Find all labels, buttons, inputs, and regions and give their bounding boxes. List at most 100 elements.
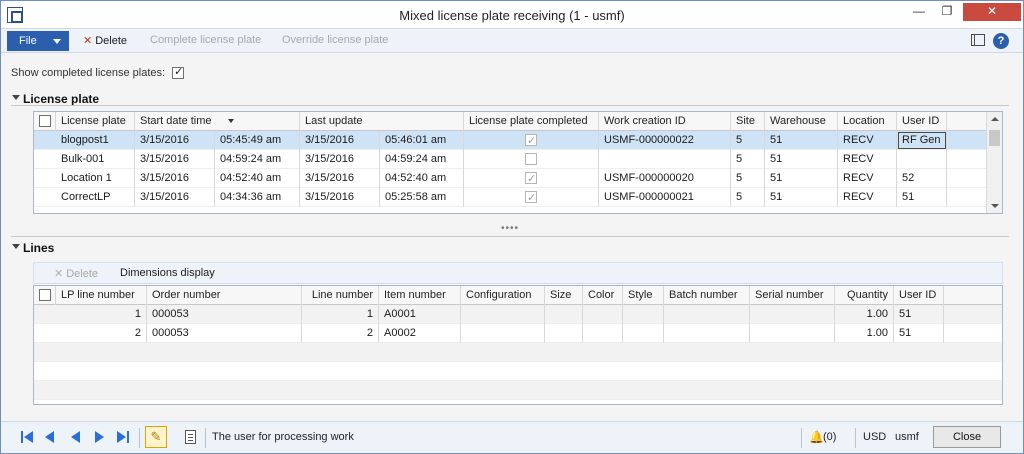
- cell-start-date[interactable]: 3/15/2016: [135, 150, 215, 169]
- cell-start-time[interactable]: 05:45:49 am: [215, 131, 300, 150]
- cell-style[interactable]: [623, 324, 664, 343]
- company-indicator[interactable]: usmf: [895, 431, 919, 443]
- cell-item[interactable]: A0002: [379, 324, 461, 343]
- cell-style[interactable]: [623, 305, 664, 324]
- override-license-plate-button[interactable]: Override license plate: [282, 34, 388, 46]
- col-item-number[interactable]: Item number: [379, 286, 461, 305]
- col-work-creation-id[interactable]: Work creation ID: [599, 112, 731, 131]
- license-plate-section-header[interactable]: License plate: [11, 92, 99, 106]
- cell-color[interactable]: [583, 305, 623, 324]
- scroll-thumb[interactable]: [989, 130, 1000, 146]
- col-line-number[interactable]: Line number: [302, 286, 379, 305]
- cell-configuration[interactable]: [461, 324, 545, 343]
- delete-button[interactable]: ✕ Delete: [83, 34, 127, 47]
- cell-configuration[interactable]: [461, 305, 545, 324]
- cell-location[interactable]: RECV: [838, 169, 897, 188]
- close-window-button[interactable]: ✕: [963, 3, 1021, 21]
- license-plate-row[interactable]: Location 1 3/15/2016 04:52:40 am 3/15/20…: [34, 169, 1002, 188]
- layout-toggle-icon[interactable]: [971, 34, 985, 46]
- cell-user-id[interactable]: RF Gen: [897, 131, 947, 150]
- dimensions-display-button[interactable]: Dimensions display: [120, 267, 215, 279]
- col-order-number[interactable]: Order number: [147, 286, 302, 305]
- cell-user-id[interactable]: 51: [894, 305, 944, 324]
- scroll-down-icon[interactable]: [991, 204, 999, 208]
- first-record-icon[interactable]: [21, 431, 35, 443]
- cell-quantity[interactable]: 1.00: [835, 305, 894, 324]
- cell-location[interactable]: RECV: [838, 188, 897, 207]
- cell-site[interactable]: 5: [731, 169, 765, 188]
- next-record-icon[interactable]: [95, 431, 109, 443]
- col-configuration[interactable]: Configuration: [461, 286, 545, 305]
- cell-update-date[interactable]: 3/15/2016: [300, 188, 380, 207]
- cell-user-id[interactable]: 51: [897, 188, 947, 207]
- cell-item[interactable]: A0001: [379, 305, 461, 324]
- cell-size[interactable]: [545, 305, 583, 324]
- cell-start-time[interactable]: 04:59:24 am: [215, 150, 300, 169]
- document-handling-icon[interactable]: [185, 430, 196, 444]
- col-quantity[interactable]: Quantity: [835, 286, 894, 305]
- cell-location[interactable]: RECV: [838, 150, 897, 169]
- cell-site[interactable]: 5: [731, 150, 765, 169]
- cell-start-date[interactable]: 3/15/2016: [135, 188, 215, 207]
- show-completed-checkbox[interactable]: [172, 65, 185, 80]
- previous-page-icon[interactable]: [71, 431, 85, 443]
- cell-start-time[interactable]: 04:34:36 am: [215, 188, 300, 207]
- cell-update-date[interactable]: 3/15/2016: [300, 150, 380, 169]
- cell-quantity[interactable]: 1.00: [835, 324, 894, 343]
- col-license-plate[interactable]: License plate: [56, 112, 135, 131]
- cell-work-id[interactable]: [599, 150, 731, 169]
- minimize-button[interactable]: —: [905, 3, 933, 21]
- col-serial-number[interactable]: Serial number: [750, 286, 835, 305]
- maximize-button[interactable]: ❐: [933, 3, 961, 21]
- file-menu-button[interactable]: File: [7, 31, 69, 51]
- cell-work-id[interactable]: USMF-000000021: [599, 188, 731, 207]
- select-all-checkbox[interactable]: [39, 115, 51, 128]
- last-record-icon[interactable]: [117, 431, 131, 443]
- license-plate-row[interactable]: CorrectLP 3/15/2016 04:34:36 am 3/15/201…: [34, 188, 1002, 207]
- cell-plate[interactable]: Location 1: [56, 169, 135, 188]
- pane-splitter[interactable]: ••••: [501, 223, 519, 234]
- cell-line[interactable]: 2: [302, 324, 379, 343]
- cell-start-date[interactable]: 3/15/2016: [135, 131, 215, 150]
- col-lp-line-number[interactable]: LP line number: [56, 286, 147, 305]
- license-plate-scrollbar[interactable]: [986, 112, 1002, 213]
- notification-count[interactable]: (0): [823, 431, 836, 443]
- currency-indicator[interactable]: USD: [863, 431, 886, 443]
- cell-update-time[interactable]: 04:59:24 am: [380, 150, 464, 169]
- cell-serial[interactable]: [750, 305, 835, 324]
- cell-update-date[interactable]: 3/15/2016: [300, 169, 380, 188]
- col-batch-number[interactable]: Batch number: [664, 286, 750, 305]
- cell-order[interactable]: 000053: [147, 324, 302, 343]
- cell-serial[interactable]: [750, 324, 835, 343]
- cell-user-id[interactable]: 51: [894, 324, 944, 343]
- cell-batch[interactable]: [664, 324, 750, 343]
- close-button[interactable]: Close: [933, 426, 1001, 448]
- cell-location[interactable]: RECV: [838, 131, 897, 150]
- col-start-date-time[interactable]: Start date time: [135, 112, 300, 131]
- lines-section-header[interactable]: Lines: [11, 241, 54, 255]
- lines-delete-button[interactable]: ✕ Delete: [54, 267, 98, 280]
- cell-line[interactable]: 1: [302, 305, 379, 324]
- cell-plate[interactable]: Bulk-001: [56, 150, 135, 169]
- cell-lp-line[interactable]: 1: [56, 305, 147, 324]
- license-plate-row[interactable]: blogpost1 3/15/2016 05:45:49 am 3/15/201…: [34, 131, 1002, 150]
- cell-start-time[interactable]: 04:52:40 am: [215, 169, 300, 188]
- cell-order[interactable]: 000053: [147, 305, 302, 324]
- col-size[interactable]: Size: [545, 286, 583, 305]
- scroll-up-icon[interactable]: [991, 117, 999, 121]
- cell-color[interactable]: [583, 324, 623, 343]
- cell-work-id[interactable]: USMF-000000022: [599, 131, 731, 150]
- col-color[interactable]: Color: [583, 286, 623, 305]
- previous-record-icon[interactable]: [45, 431, 59, 443]
- cell-site[interactable]: 5: [731, 188, 765, 207]
- col-location[interactable]: Location: [838, 112, 897, 131]
- cell-update-date[interactable]: 3/15/2016: [300, 131, 380, 150]
- col-warehouse[interactable]: Warehouse: [765, 112, 838, 131]
- lines-row[interactable]: 2 000053 2 A0002 1.00 51: [34, 324, 1002, 343]
- complete-license-plate-button[interactable]: Complete license plate: [150, 34, 261, 46]
- cell-lp-line[interactable]: 2: [56, 324, 147, 343]
- cell-batch[interactable]: [664, 305, 750, 324]
- cell-plate[interactable]: CorrectLP: [56, 188, 135, 207]
- col-style[interactable]: Style: [623, 286, 664, 305]
- col-completed[interactable]: License plate completed: [464, 112, 599, 131]
